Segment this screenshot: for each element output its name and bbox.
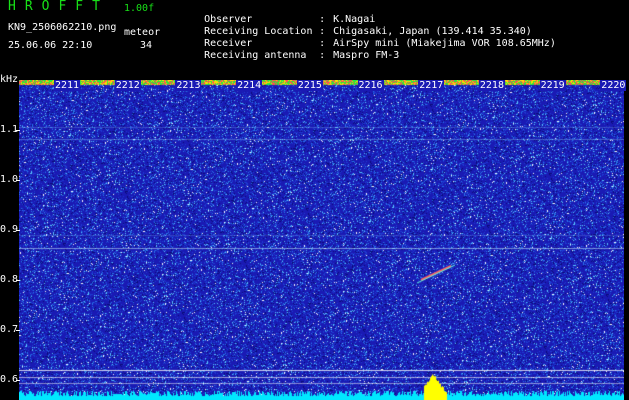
x-tick-label: 2219 bbox=[539, 80, 566, 91]
timestamp-label: 25.06.06 22:10 bbox=[8, 40, 93, 51]
y-tick-label: 0.7 bbox=[0, 324, 19, 335]
info-key: Receiving antenna bbox=[204, 50, 307, 61]
y-tick-mark bbox=[16, 380, 20, 381]
spectrogram bbox=[19, 80, 624, 400]
app-title: HROFFT bbox=[8, 0, 109, 14]
y-tick-label: 1.0 bbox=[0, 174, 19, 185]
x-tick-label: 2215 bbox=[296, 80, 323, 91]
filename-label: KN9_2506062210.png bbox=[8, 22, 117, 33]
y-unit-label: kHz bbox=[0, 74, 19, 85]
y-tick-mark bbox=[16, 280, 20, 281]
spectrogram-canvas bbox=[19, 80, 624, 400]
x-tick-label: 2214 bbox=[236, 80, 263, 91]
x-tick-label: 2217 bbox=[418, 80, 445, 91]
info-colon: : bbox=[319, 50, 326, 61]
x-tick-label: 2216 bbox=[357, 80, 384, 91]
x-tick-label: 2220 bbox=[600, 80, 627, 91]
y-tick-label: 1.1 bbox=[0, 124, 19, 135]
hrofft-window: HROFFT 1.00f KN9_2506062210.png meteor 2… bbox=[0, 0, 629, 400]
version-label: 1.00f bbox=[124, 3, 155, 14]
x-tick-label: 2211 bbox=[54, 80, 81, 91]
info-value: Maspro FM-3 bbox=[333, 50, 400, 61]
x-tick-label: 2212 bbox=[114, 80, 141, 91]
y-tick-label: 0.9 bbox=[0, 224, 19, 235]
info-antenna: Receiving antenna: Maspro FM-3 bbox=[180, 39, 399, 72]
y-tick-mark bbox=[16, 180, 20, 181]
y-tick-mark bbox=[16, 230, 20, 231]
meteor-count: 34 bbox=[140, 40, 153, 51]
y-tick-label: 0.8 bbox=[0, 274, 19, 285]
y-tick-mark bbox=[16, 130, 20, 131]
y-tick-label: 0.6 bbox=[0, 374, 19, 385]
x-tick-label: 2218 bbox=[478, 80, 505, 91]
x-tick-label: 2213 bbox=[175, 80, 202, 91]
meteor-label: meteor bbox=[124, 27, 161, 38]
y-tick-mark bbox=[16, 330, 20, 331]
